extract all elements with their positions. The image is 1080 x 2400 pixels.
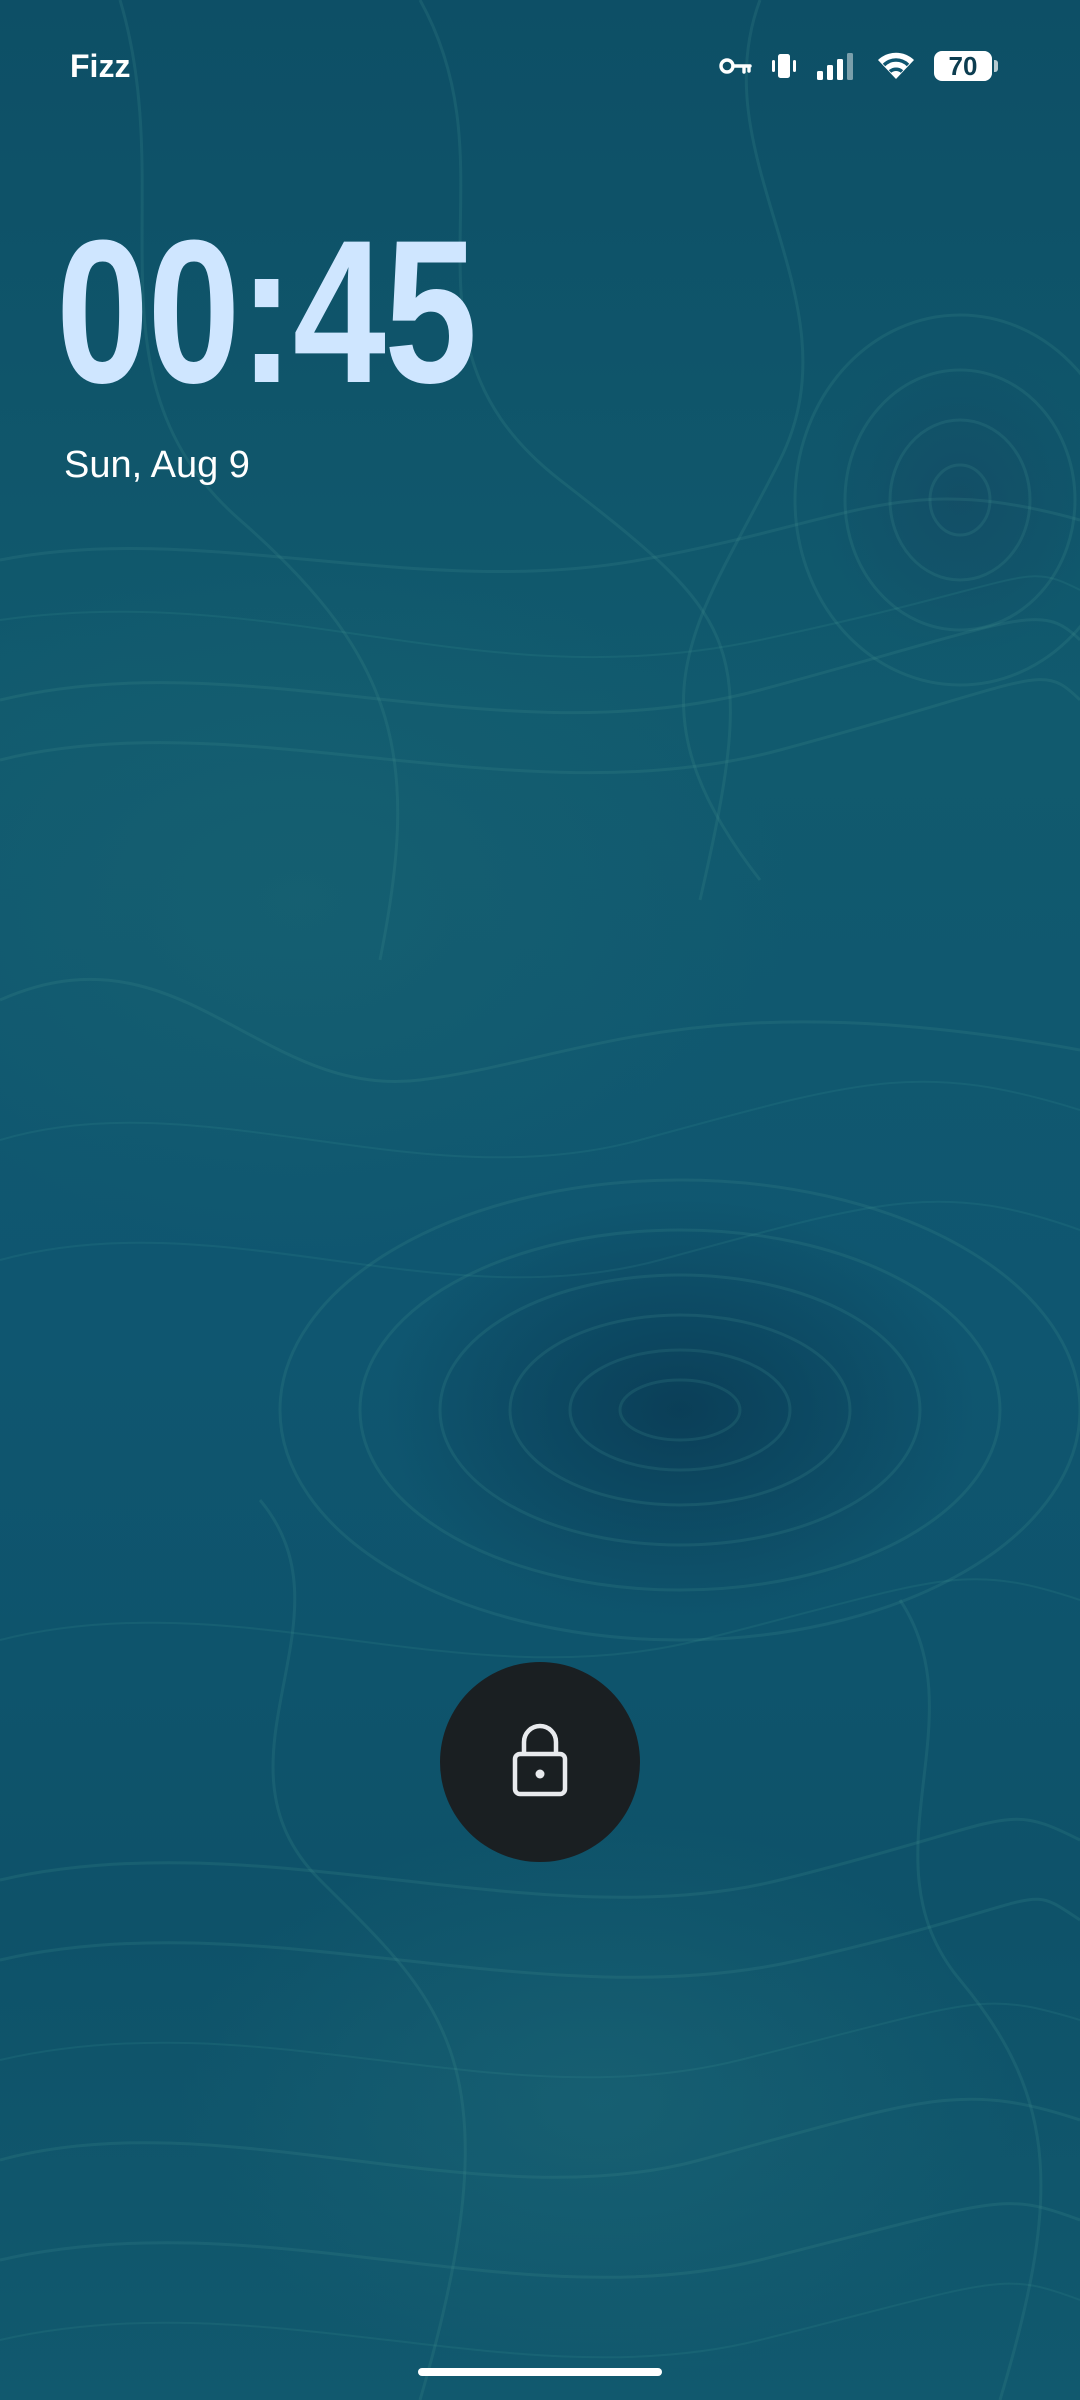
lock-screen-clock: 00:45 xyxy=(56,198,477,426)
home-gesture-bar[interactable] xyxy=(418,2368,662,2376)
vpn-key-icon xyxy=(718,56,752,76)
wifi-icon xyxy=(876,51,916,81)
status-bar: Fizz 70 xyxy=(0,0,1080,135)
lock-icon xyxy=(510,1720,570,1804)
cell-signal-icon xyxy=(816,51,858,81)
battery-level: 70 xyxy=(948,50,978,81)
unlock-button[interactable] xyxy=(440,1662,640,1862)
battery-icon: 70 xyxy=(934,50,998,81)
lock-screen: Fizz 70 00:45 Sun, Aug 9 xyxy=(0,0,1080,2400)
carrier-name: Fizz xyxy=(70,48,131,84)
vibrate-icon xyxy=(770,52,798,80)
status-icons: 70 xyxy=(718,46,998,86)
lock-screen-date: Sun, Aug 9 xyxy=(64,444,250,486)
